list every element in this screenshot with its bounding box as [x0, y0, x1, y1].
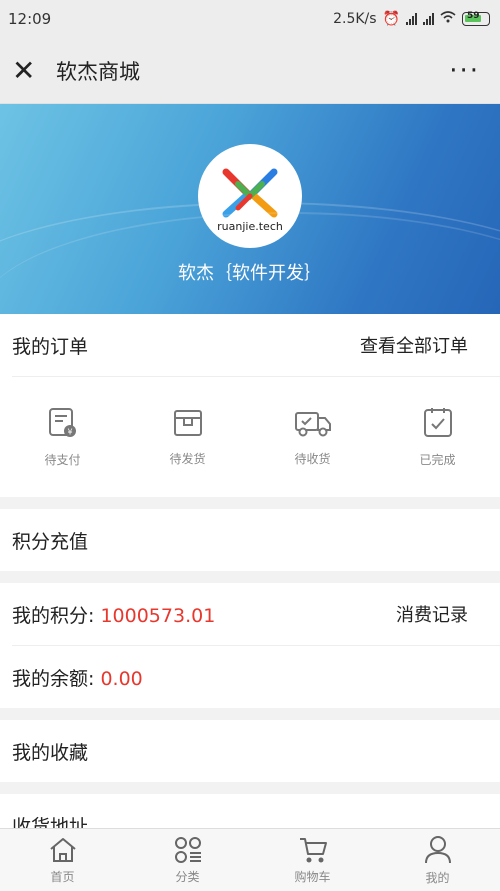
- account-section: 我的积分: 1000573.01 消费记录 我的余额: 0.00: [0, 583, 500, 708]
- consumption-record-link[interactable]: 消费记录: [396, 601, 468, 627]
- alarm-icon: ⏰: [382, 11, 400, 27]
- shop-name: 软杰｛软件开发｝: [178, 263, 322, 284]
- section-gap: [0, 708, 500, 720]
- cart-icon: [299, 837, 327, 862]
- section-gap: [0, 782, 500, 794]
- status-time: 12:09: [8, 10, 52, 28]
- recharge-section: 积分充值: [0, 509, 500, 571]
- order-status-label: 待发货: [169, 451, 206, 466]
- tab-label: 购物车: [294, 869, 331, 884]
- tab-label: 我的: [425, 870, 450, 885]
- points-value: 1000573.01: [100, 604, 216, 627]
- tab-label: 分类: [175, 869, 200, 884]
- order-status-pending-payment[interactable]: ¥ 待支付: [0, 407, 125, 468]
- signal-icon: [406, 13, 417, 25]
- bottom-tab-bar: 首页 分类 购物车 我的: [0, 828, 500, 891]
- tab-category[interactable]: 分类: [125, 829, 250, 891]
- signal-icon: [423, 13, 434, 25]
- battery-icon: 59: [462, 11, 490, 26]
- home-icon: [49, 837, 76, 862]
- view-all-orders-link[interactable]: 查看全部订单: [360, 332, 468, 358]
- order-status-label: 待支付: [44, 452, 81, 467]
- orders-section: 我的订单 查看全部订单 ¥ 待支付 待发货 待收货 已完成: [0, 314, 500, 497]
- order-status-label: 已完成: [419, 452, 456, 467]
- order-status-pending-receipt[interactable]: 待收货: [250, 408, 375, 467]
- favorites-row[interactable]: 我的收藏: [0, 720, 500, 782]
- completed-icon: [423, 407, 452, 437]
- nav-bar: ✕ 软杰商城 ···: [0, 38, 500, 104]
- user-icon: [424, 835, 451, 863]
- order-status-completed[interactable]: 已完成: [375, 407, 500, 468]
- page-title: 软杰商城: [56, 59, 140, 84]
- more-menu-button[interactable]: ···: [449, 56, 480, 86]
- points-recharge-row[interactable]: 积分充值: [0, 509, 500, 571]
- category-icon: [174, 836, 201, 863]
- close-icon[interactable]: ✕: [12, 54, 42, 87]
- points-row: 我的积分: 1000573.01 消费记录: [0, 583, 500, 645]
- logo-text: ruanjie.tech: [217, 219, 283, 233]
- tab-home[interactable]: 首页: [0, 829, 125, 891]
- shop-logo: ruanjie.tech: [198, 144, 302, 248]
- svg-text:¥: ¥: [67, 427, 72, 436]
- tab-mine[interactable]: 我的: [375, 829, 500, 891]
- pending-payment-icon: ¥: [48, 407, 76, 437]
- balance-value: 0.00: [100, 667, 143, 690]
- pending-shipment-icon: [173, 409, 202, 436]
- shop-banner: ruanjie.tech 软杰｛软件开发｝: [0, 104, 500, 314]
- status-icons: 2.5K/s ⏰ 59: [333, 11, 490, 27]
- tab-label: 首页: [50, 869, 75, 884]
- status-bar: 12:09 2.5K/s ⏰ 59: [0, 0, 500, 38]
- order-status-list: ¥ 待支付 待发货 待收货 已完成: [0, 377, 500, 497]
- balance-label: 我的余额:: [12, 667, 101, 690]
- net-speed: 2.5K/s: [333, 11, 377, 27]
- logo-x-icon: [222, 168, 278, 217]
- points-label: 我的积分:: [12, 604, 101, 627]
- favorites-label: 我的收藏: [12, 741, 89, 764]
- wifi-icon: [440, 11, 456, 27]
- section-gap: [0, 571, 500, 583]
- points-info: 我的积分: 1000573.01: [12, 601, 215, 628]
- order-status-label: 待收货: [294, 451, 331, 466]
- orders-header: 我的订单 查看全部订单: [0, 314, 500, 376]
- points-recharge-label: 积分充值: [12, 530, 89, 553]
- order-status-pending-shipment[interactable]: 待发货: [125, 408, 250, 467]
- favorites-section: 我的收藏: [0, 720, 500, 782]
- section-gap: [0, 497, 500, 509]
- orders-title: 我的订单: [12, 335, 89, 358]
- truck-icon: [294, 411, 331, 436]
- balance-row: 我的余额: 0.00: [0, 646, 500, 708]
- balance-info: 我的余额: 0.00: [12, 664, 143, 691]
- tab-cart[interactable]: 购物车: [250, 829, 375, 891]
